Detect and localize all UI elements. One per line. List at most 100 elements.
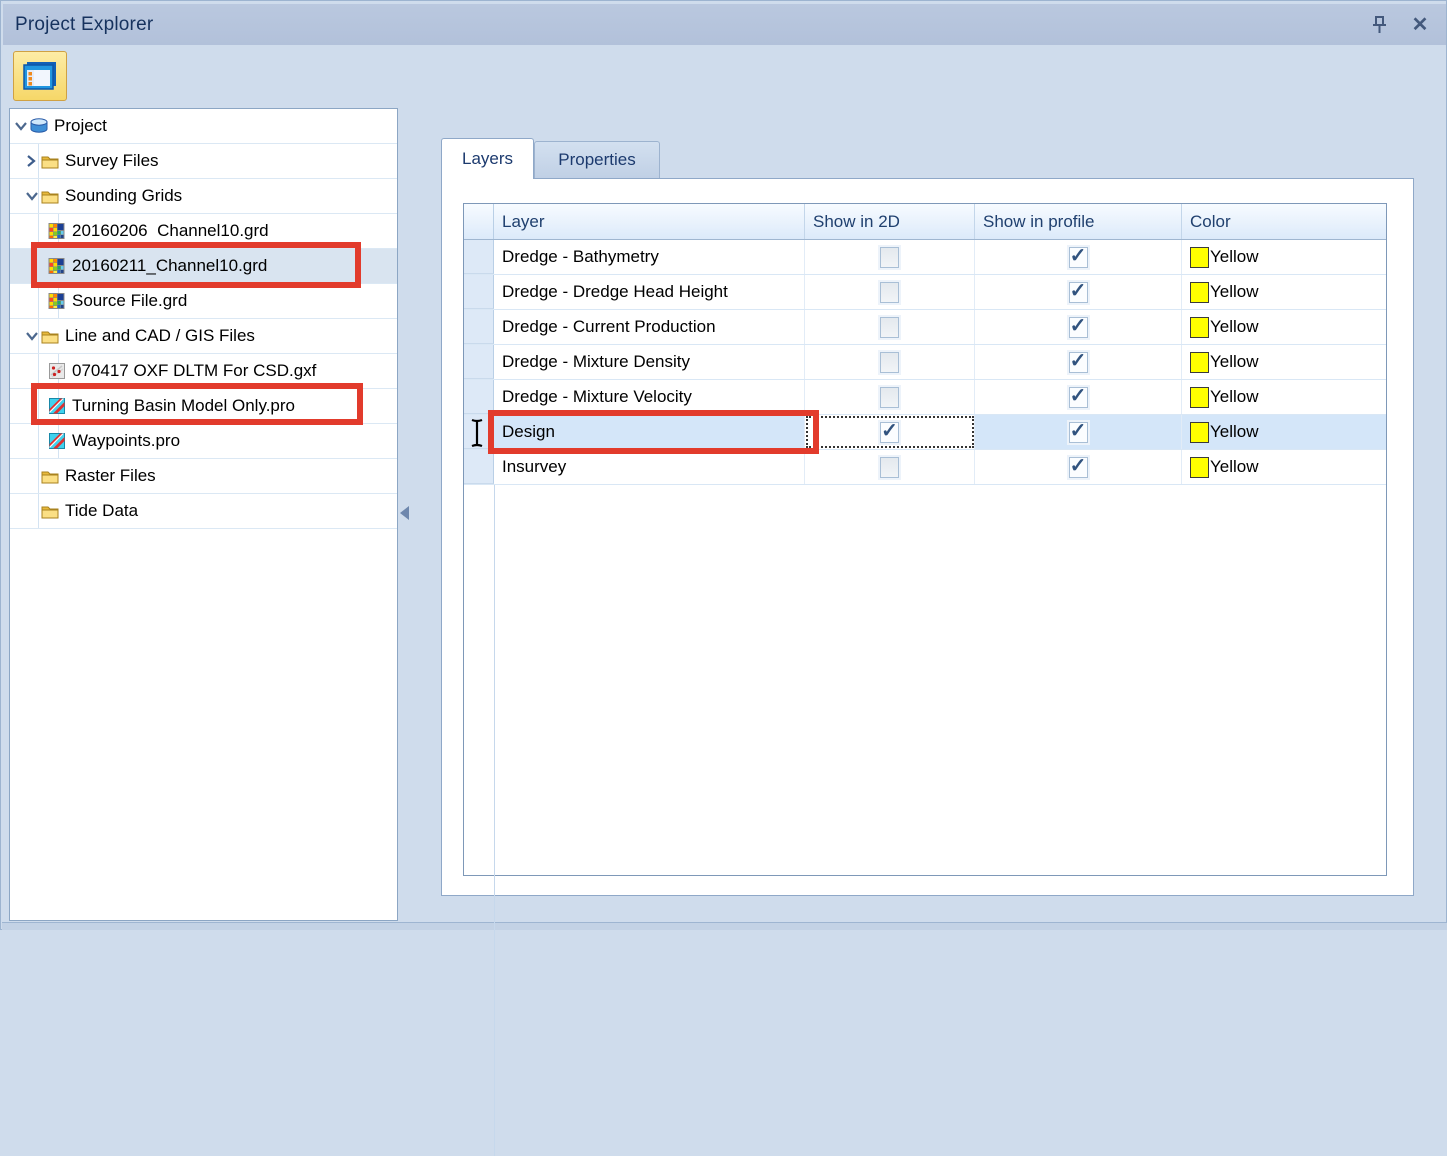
show-in-profile-checkbox[interactable] xyxy=(1069,247,1088,268)
row-selector[interactable] xyxy=(464,450,494,484)
color-label: Yellow xyxy=(1210,387,1259,407)
tree-item-source-file-grd[interactable]: Source File.grd xyxy=(10,284,397,319)
row-selector[interactable] xyxy=(464,310,494,344)
table-row[interactable]: Dredge - Bathymetry Yellow xyxy=(464,240,1386,275)
tree-item-line-cad-gis-files[interactable]: Line and CAD / GIS Files xyxy=(10,319,397,354)
tree-item-20160211-channel10-grd[interactable]: 20160211_Channel10.grd xyxy=(10,249,397,284)
tree-item-tide-data[interactable]: Tide Data xyxy=(10,494,397,529)
tree-item-turning-basin-model-pro[interactable]: Turning Basin Model Only.pro xyxy=(10,389,397,424)
close-icon[interactable]: ✕ xyxy=(1408,13,1432,37)
cad-file-icon xyxy=(47,363,66,380)
layers-table: Layer Show in 2D Show in profile Color D… xyxy=(463,203,1387,876)
show-in-profile-checkbox[interactable] xyxy=(1069,422,1088,443)
color-label: Yellow xyxy=(1210,282,1259,302)
tree-item-raster-files[interactable]: Raster Files xyxy=(10,459,397,494)
row-selector[interactable] xyxy=(464,275,494,309)
color-cell[interactable]: Yellow xyxy=(1182,450,1386,484)
splitter-collapse-icon[interactable] xyxy=(400,506,409,520)
color-swatch[interactable] xyxy=(1190,422,1209,443)
table-row-design[interactable]: Design Yellow xyxy=(464,415,1386,450)
color-cell[interactable]: Yellow xyxy=(1182,275,1386,309)
tree-item-label: Turning Basin Model Only.pro xyxy=(72,396,295,416)
table-row[interactable]: Dredge - Mixture Density Yellow xyxy=(464,345,1386,380)
tree-item-waypoints-pro[interactable]: Waypoints.pro xyxy=(10,424,397,459)
show-in-profile-checkbox[interactable] xyxy=(1069,282,1088,303)
grid-file-icon xyxy=(47,223,66,240)
table-row[interactable]: Dredge - Dredge Head Height Yellow xyxy=(464,275,1386,310)
header-show-in-2d[interactable]: Show in 2D xyxy=(805,204,975,239)
show-in-profile-checkbox[interactable] xyxy=(1069,457,1088,478)
tree-item-project[interactable]: Project xyxy=(10,109,397,144)
color-cell[interactable]: Yellow xyxy=(1182,345,1386,379)
layer-name-cell[interactable]: Insurvey xyxy=(494,450,805,484)
color-label: Yellow xyxy=(1210,422,1259,442)
color-swatch[interactable] xyxy=(1190,457,1209,478)
table-row[interactable]: Dredge - Mixture Velocity Yellow xyxy=(464,380,1386,415)
chevron-right-icon[interactable] xyxy=(23,153,40,170)
layer-name-cell[interactable]: Dredge - Bathymetry xyxy=(494,240,805,274)
color-label: Yellow xyxy=(1210,247,1259,267)
tree-item-label: Source File.grd xyxy=(72,291,187,311)
layer-name-cell[interactable]: Dredge - Current Production xyxy=(494,310,805,344)
show-in-2d-checkbox[interactable] xyxy=(880,282,899,303)
layer-name-cell[interactable]: Design xyxy=(494,415,805,449)
chevron-down-icon[interactable] xyxy=(23,328,40,345)
folder-icon xyxy=(40,468,59,485)
show-in-2d-checkbox[interactable] xyxy=(880,247,899,268)
tab-layers[interactable]: Layers xyxy=(441,138,534,179)
color-swatch[interactable] xyxy=(1190,317,1209,338)
panel-view-button[interactable] xyxy=(13,51,67,101)
show-in-2d-checkbox[interactable] xyxy=(880,387,899,408)
color-cell[interactable]: Yellow xyxy=(1182,380,1386,414)
tree-item-070417-oxf-dltm-gxf[interactable]: 070417 OXF DLTM For CSD.gxf xyxy=(10,354,397,389)
toolbar xyxy=(3,45,1446,107)
tree-item-label: 20160211_Channel10.grd xyxy=(72,256,267,276)
show-in-profile-checkbox[interactable] xyxy=(1069,352,1088,373)
show-in-2d-checkbox[interactable] xyxy=(880,317,899,338)
layer-name-cell[interactable]: Dredge - Dredge Head Height xyxy=(494,275,805,309)
show-in-2d-checkbox[interactable] xyxy=(880,352,899,373)
table-header: Layer Show in 2D Show in profile Color xyxy=(464,204,1386,240)
header-show-in-profile[interactable]: Show in profile xyxy=(975,204,1182,239)
layer-name-cell[interactable]: Dredge - Mixture Velocity xyxy=(494,380,805,414)
layer-name-cell[interactable]: Dredge - Mixture Density xyxy=(494,345,805,379)
tab-label: Properties xyxy=(558,150,635,170)
table-row[interactable]: Dredge - Current Production Yellow xyxy=(464,310,1386,345)
header-row-selector[interactable] xyxy=(464,204,494,239)
show-in-profile-checkbox[interactable] xyxy=(1069,317,1088,338)
color-cell[interactable]: Yellow xyxy=(1182,415,1386,449)
show-in-2d-focused-cell[interactable] xyxy=(805,415,975,449)
color-swatch[interactable] xyxy=(1190,247,1209,268)
color-swatch[interactable] xyxy=(1190,387,1209,408)
show-in-2d-checkbox[interactable] xyxy=(880,422,899,443)
row-selector[interactable] xyxy=(464,240,494,274)
tree-item-sounding-grids[interactable]: Sounding Grids xyxy=(10,179,397,214)
chevron-down-icon[interactable] xyxy=(23,188,40,205)
header-layer[interactable]: Layer xyxy=(494,204,805,239)
color-swatch[interactable] xyxy=(1190,282,1209,303)
color-cell[interactable]: Yellow xyxy=(1182,310,1386,344)
color-label: Yellow xyxy=(1210,352,1259,372)
show-in-profile-checkbox[interactable] xyxy=(1069,387,1088,408)
tree-item-20160206-channel10-grd[interactable]: 20160206 Channel10.grd xyxy=(10,214,397,249)
tab-label: Layers xyxy=(462,149,513,169)
tree-item-survey-files[interactable]: Survey Files xyxy=(10,144,397,179)
pin-icon[interactable] xyxy=(1368,13,1392,37)
text-cursor-ibeam xyxy=(469,418,485,448)
tab-properties[interactable]: Properties xyxy=(534,141,660,178)
pro-file-icon xyxy=(47,433,66,450)
row-selector[interactable] xyxy=(464,345,494,379)
tree-item-label: Line and CAD / GIS Files xyxy=(65,326,255,346)
color-cell[interactable]: Yellow xyxy=(1182,240,1386,274)
tree-item-label: 070417 OXF DLTM For CSD.gxf xyxy=(72,361,316,381)
color-swatch[interactable] xyxy=(1190,352,1209,373)
chevron-empty xyxy=(23,503,40,520)
tree-item-label: Raster Files xyxy=(65,466,156,486)
header-color[interactable]: Color xyxy=(1182,204,1386,239)
row-selector[interactable] xyxy=(464,380,494,414)
table-row[interactable]: Insurvey Yellow xyxy=(464,450,1386,485)
chevron-down-icon[interactable] xyxy=(12,118,29,135)
show-in-2d-checkbox[interactable] xyxy=(880,457,899,478)
titlebar[interactable]: Project Explorer ✕ xyxy=(3,4,1446,45)
pro-file-icon xyxy=(47,398,66,415)
